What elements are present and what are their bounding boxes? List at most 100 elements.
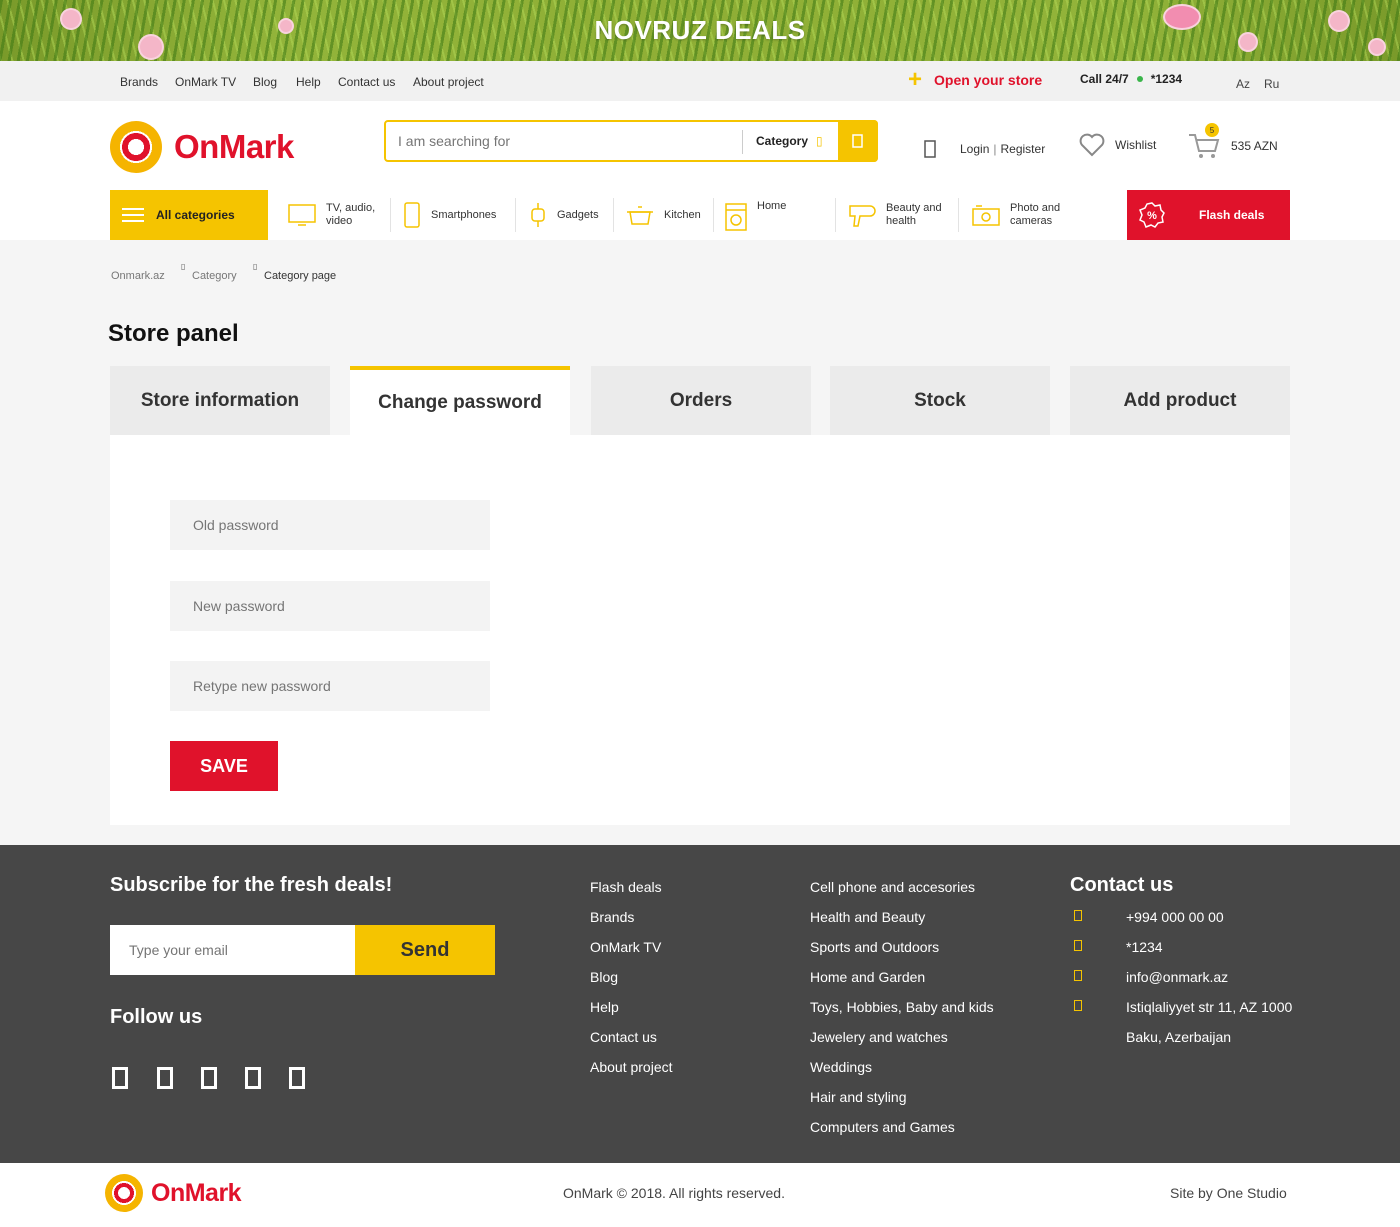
category-label: Category [756,134,809,148]
footer-link[interactable]: Help [590,999,619,1015]
tab-store-information[interactable]: Store information [110,366,330,436]
call-info: Call 24/7 *1234 [1080,72,1182,86]
chevron-down-icon: ▯ [816,134,823,148]
youtube-icon[interactable] [245,1067,261,1089]
nav-divider [835,198,836,232]
logo-text: OnMark [174,128,294,165]
old-password-field[interactable] [170,500,490,550]
footer-logo[interactable]: OnMark [105,1174,242,1212]
banner-title: NOVRUZ DEALS [594,15,806,45]
facebook-icon[interactable] [112,1067,128,1089]
headset-icon [1074,940,1082,951]
breadcrumb-current: Category page [264,270,337,282]
linkedin-icon[interactable] [289,1067,305,1089]
send-button[interactable]: Send [355,925,495,975]
nav-item-beauty[interactable]: Beauty and health [848,190,946,240]
retype-password-field[interactable] [170,661,490,711]
open-store-link[interactable]: + Open your store [908,68,1042,92]
nav-item-home[interactable]: Home [725,190,786,240]
subscribe-email-field[interactable] [110,925,355,975]
contact-email[interactable]: info@onmark.az [1126,969,1228,985]
footer-category-link[interactable]: Home and Garden [810,969,925,985]
new-password-field[interactable] [170,581,490,631]
cart-total: 535 AZN [1231,139,1278,153]
toplink-brands[interactable]: Brands [120,75,158,89]
nav-divider [713,198,714,232]
tab-orders[interactable]: Orders [591,366,811,436]
logo[interactable]: OnMark [110,121,294,173]
footer-category-link[interactable]: Hair and styling [810,1089,907,1105]
footer-link[interactable]: OnMark TV [590,939,661,955]
camera-icon [972,202,1000,228]
nav-label-gadgets: Gadgets [557,208,599,221]
breadcrumb-category[interactable]: Category [192,270,237,282]
footer-category-link[interactable]: Cell phone and accesories [810,879,975,895]
wishlist-link[interactable]: Wishlist [1079,133,1156,157]
all-categories-button[interactable]: All categories [110,190,268,240]
account-links: Login | Register [924,140,1045,158]
nav-divider [390,198,391,232]
cart-icon-wrap: 5 [1187,123,1221,161]
tab-change-password[interactable]: Change password [350,366,570,436]
lang-ru[interactable]: Ru [1264,77,1279,91]
nav-divider [613,198,614,232]
toplink-help[interactable]: Help [296,75,321,89]
register-link[interactable]: Register [1001,142,1046,156]
smartphone-icon [403,202,421,228]
search-bar: Category ▯ [384,120,878,162]
tab-stock[interactable]: Stock [830,366,1050,436]
login-separator: | [993,142,997,156]
login-link[interactable]: Login [960,142,989,156]
footer-category-link[interactable]: Jewelery and watches [810,1029,948,1045]
toplink-contact-us[interactable]: Contact us [338,75,395,89]
cart-link[interactable]: 5 535 AZN [1187,123,1278,161]
copyright: OnMark © 2018. All rights reserved. [563,1185,785,1201]
contact-short-number[interactable]: *1234 [1126,939,1163,955]
twitter-icon[interactable] [201,1067,217,1089]
hamburger-icon [122,204,144,226]
nav-label-photo: Photo and cameras [1010,202,1061,227]
category-select[interactable]: Category ▯ [756,134,823,148]
footer-link[interactable]: Brands [590,909,634,925]
logo-ring-icon [110,121,162,173]
footer-category-link[interactable]: Toys, Hobbies, Baby and kids [810,999,994,1015]
subscribe-title: Subscribe for the fresh deals! [110,874,393,896]
toplink-about-project[interactable]: About project [413,75,484,89]
footer-category-link[interactable]: Weddings [810,1059,872,1075]
tab-add-product[interactable]: Add product [1070,366,1290,436]
footer-logo-text: OnMark [151,1178,242,1207]
smartwatch-icon [529,202,547,228]
nav-item-photo[interactable]: Photo and cameras [972,190,1070,240]
toplink-blog[interactable]: Blog [253,75,277,89]
pot-icon [626,202,654,228]
percent-badge-icon: % [1139,202,1165,228]
heart-icon [1079,133,1105,157]
footer-link[interactable]: Contact us [590,1029,657,1045]
footer-category-link[interactable]: Sports and Outdoors [810,939,939,955]
nav-item-kitchen[interactable]: Kitchen [626,190,701,240]
footer-link[interactable]: Flash deals [590,879,662,895]
search-input[interactable] [398,130,728,152]
instagram-icon[interactable] [157,1067,173,1089]
flash-deals-button[interactable]: % Flash deals [1127,190,1290,240]
hairdryer-icon [848,202,876,228]
toplink-onmark-tv[interactable]: OnMark TV [175,75,236,89]
lang-az[interactable]: Az [1236,77,1250,91]
site-credit[interactable]: Site by One Studio [1170,1185,1287,1201]
envelope-icon [1074,970,1082,981]
call-number: *1234 [1150,72,1183,86]
nav-item-smartphones[interactable]: Smartphones [403,190,496,240]
footer-link[interactable]: About project [590,1059,673,1075]
nav-item-tv[interactable]: TV, audio, video [288,190,388,240]
contact-phone[interactable]: +994 000 00 00 [1126,909,1224,925]
footer-category-link[interactable]: Health and Beauty [810,909,925,925]
footer-link[interactable]: Blog [590,969,618,985]
search-button[interactable] [838,120,878,162]
save-button[interactable]: SAVE [170,741,278,791]
nav-label-beauty: Beauty and health [886,202,942,227]
nav-label-tv: TV, audio, video [326,202,376,227]
footer-category-link[interactable]: Computers and Games [810,1119,955,1135]
nav-item-gadgets[interactable]: Gadgets [529,190,599,240]
nav-label-kitchen: Kitchen [664,208,701,221]
breadcrumb-home[interactable]: Onmark.az [111,270,165,282]
